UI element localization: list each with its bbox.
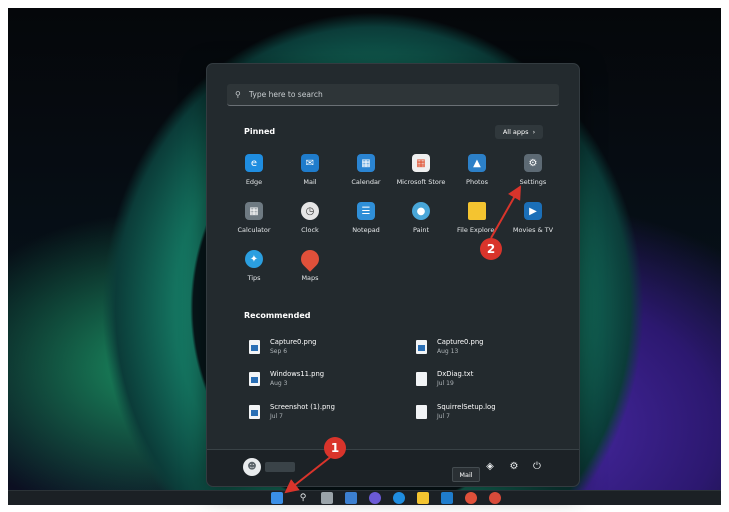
user-name-redacted[interactable]: [265, 462, 295, 472]
folder-icon: [468, 202, 486, 220]
image-file-icon: [249, 371, 260, 386]
app-label: Photos: [466, 178, 488, 186]
file-date: Sep 6: [270, 348, 288, 355]
start-menu-footer: ☻ ◈ ⚙ ⏻: [207, 449, 579, 486]
network-icon[interactable]: ◈: [483, 460, 497, 474]
edge-icon[interactable]: [393, 492, 405, 504]
notepad-icon: ☰: [357, 202, 375, 220]
file-name: SquirrelSetup.log: [437, 403, 496, 411]
search-icon[interactable]: ⚲: [297, 492, 309, 504]
paint-icon: ●: [412, 202, 430, 220]
app-label: Clock: [301, 226, 319, 234]
recommended-title: Recommended: [244, 311, 311, 320]
gear-icon: ⚙: [524, 154, 542, 172]
file-explorer-icon[interactable]: [417, 492, 429, 504]
app-maps[interactable]: Maps: [282, 246, 338, 292]
mail-icon[interactable]: [441, 492, 453, 504]
file-name: Capture0.png: [270, 338, 317, 346]
app-label: Microsoft Store: [396, 178, 446, 186]
app-label: Tips: [247, 274, 261, 282]
store-icon: ▦: [412, 154, 430, 172]
app-label: File Explorer: [456, 226, 497, 234]
widgets-icon[interactable]: [345, 492, 357, 504]
file-date: Jul 7: [437, 413, 450, 420]
step-badge-2: 2: [480, 238, 502, 260]
app-movies-tv[interactable]: ▶ Movies & TV: [505, 198, 561, 244]
recommended-item[interactable]: Capture0.png Aug 13: [416, 338, 483, 355]
file-name: DxDiag.txt: [437, 370, 474, 378]
all-apps-button[interactable]: All apps ›: [495, 125, 543, 139]
tips-icon: ✦: [245, 250, 263, 268]
app-label: Edge: [245, 178, 263, 186]
app-calculator[interactable]: ▦ Calculator: [226, 198, 282, 244]
app-mail[interactable]: ✉ Mail: [282, 150, 338, 196]
app-label: Movies & TV: [512, 226, 554, 234]
app-tips[interactable]: ✦ Tips: [226, 246, 282, 292]
tooltip-mail: Mail: [452, 467, 480, 482]
app-label: Paint: [412, 226, 430, 234]
chat-icon[interactable]: [369, 492, 381, 504]
file-name: Windows11.png: [270, 370, 325, 378]
recommended-item[interactable]: Screenshot (1).png Jul 7: [249, 403, 335, 420]
calendar-icon: ▦: [357, 154, 375, 172]
app-label: Settings: [519, 178, 547, 186]
mail-icon: ✉: [301, 154, 319, 172]
app-label: Notepad: [352, 226, 380, 234]
file-date: Jul 7: [270, 413, 283, 420]
app-calendar[interactable]: ▦ Calendar: [338, 150, 394, 196]
text-file-icon: [416, 404, 427, 419]
app-file-explorer[interactable]: File Explorer: [449, 198, 505, 244]
text-file-icon: [416, 371, 427, 386]
gear-icon[interactable]: ⚙: [507, 460, 521, 474]
file-name: Screenshot (1).png: [270, 403, 335, 411]
photos-icon: ▲: [468, 154, 486, 172]
movies-icon: ▶: [524, 202, 542, 220]
image-file-icon: [249, 404, 260, 419]
app-label: Maps: [301, 274, 319, 282]
windows-start-icon[interactable]: [271, 492, 283, 504]
file-name: Capture0.png: [437, 338, 484, 346]
app-paint[interactable]: ● Paint: [393, 198, 449, 244]
clock-icon: ◷: [301, 202, 319, 220]
calculator-icon: ▦: [245, 202, 263, 220]
app-edge[interactable]: e Edge: [226, 150, 282, 196]
app-label: Calendar: [351, 178, 381, 186]
start-menu: ⚲ Type here to search Pinned All apps › …: [206, 63, 580, 487]
file-date: Aug 3: [270, 380, 288, 387]
app-label: Calculator: [237, 226, 271, 234]
app-settings[interactable]: ⚙ Settings: [505, 150, 561, 196]
all-apps-label: All apps: [502, 128, 529, 136]
app-microsoft-store[interactable]: ▦ Microsoft Store: [393, 150, 449, 196]
app-label: Mail: [303, 178, 317, 186]
power-icon[interactable]: ⏻: [530, 460, 544, 474]
recommended-item[interactable]: DxDiag.txt Jul 19: [416, 370, 473, 387]
recommended-item[interactable]: Windows11.png Aug 3: [249, 370, 324, 387]
chevron-right-icon: ›: [532, 128, 536, 136]
image-file-icon: [416, 339, 427, 354]
app-clock[interactable]: ◷ Clock: [282, 198, 338, 244]
step-badge-1: 1: [324, 437, 346, 459]
app-notepad[interactable]: ☰ Notepad: [338, 198, 394, 244]
recommended-item[interactable]: SquirrelSetup.log Jul 7: [416, 403, 496, 420]
pinned-title: Pinned: [244, 127, 276, 136]
avatar[interactable]: ☻: [243, 458, 261, 476]
maps-icon[interactable]: [465, 492, 477, 504]
recommended-item[interactable]: Capture0.png Sep 6: [249, 338, 316, 355]
search-placeholder: Type here to search: [249, 90, 323, 99]
taskbar: ⚲: [8, 490, 721, 505]
task-view-icon[interactable]: [321, 492, 333, 504]
file-date: Aug 13: [437, 348, 459, 355]
file-date: Jul 19: [437, 380, 454, 387]
maps-icon: [297, 246, 323, 272]
image-file-icon: [249, 339, 260, 354]
app-icon[interactable]: [489, 492, 501, 504]
search-box[interactable]: ⚲ Type here to search: [227, 84, 559, 106]
search-icon: ⚲: [235, 90, 241, 99]
app-photos[interactable]: ▲ Photos: [449, 150, 505, 196]
edge-icon: e: [245, 154, 263, 172]
